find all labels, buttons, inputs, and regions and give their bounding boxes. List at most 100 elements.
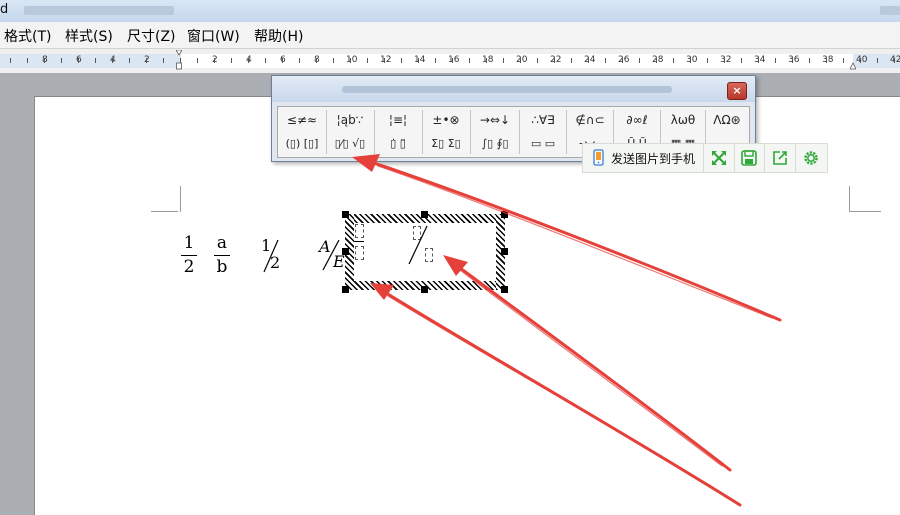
palette-integral-button[interactable]: ∫▯ ∮▯ <box>472 133 518 155</box>
ruler-tick <box>333 58 334 63</box>
ruler-number: 36 <box>788 55 800 65</box>
palette-sets-button[interactable]: ∉∩⊂ <box>568 109 612 131</box>
toolbar-divider <box>764 144 765 172</box>
resize-handle[interactable] <box>342 286 349 293</box>
palette-arrows-button[interactable]: →⇔↓ <box>472 109 518 131</box>
send-image-to-phone-label[interactable]: 发送图片到手机 <box>611 150 695 167</box>
fraction-one-half[interactable]: 1 2 <box>181 234 197 277</box>
ruler-tick <box>452 58 453 63</box>
resize-handle[interactable] <box>501 248 508 255</box>
palette-subscript-button[interactable]: ▯̇ ▯̈ <box>376 133 420 155</box>
ruler-tick <box>605 58 606 63</box>
palette-overbar-button[interactable]: ▭ ▭ <box>521 133 565 155</box>
palette-divider <box>374 110 375 154</box>
settings-icon[interactable] <box>802 149 820 167</box>
close-icon[interactable]: × <box>727 82 747 100</box>
menu-style[interactable]: 样式(S) <box>65 26 113 46</box>
fraction-a-over-b[interactable]: a b <box>214 234 230 277</box>
resize-handle[interactable] <box>342 211 349 218</box>
ruler-tick <box>10 58 11 63</box>
menu-size[interactable]: 尺寸(Z) <box>127 26 176 46</box>
resize-handle[interactable] <box>421 286 428 293</box>
ruler-number: 24 <box>584 55 596 65</box>
ruler-tick <box>503 58 504 63</box>
expand-icon[interactable] <box>710 149 728 167</box>
ruler-tick <box>537 58 538 63</box>
ruler-tick <box>27 58 28 63</box>
ruler-number: 40 <box>856 55 868 65</box>
resize-handle[interactable] <box>501 211 508 218</box>
app-icon: d <box>0 2 9 17</box>
menu-window[interactable]: 窗口(W) <box>187 26 240 46</box>
ruler-tick <box>707 58 708 63</box>
slash-fraction[interactable]: 1 2 <box>258 236 288 274</box>
fraction-bar <box>181 255 197 256</box>
blurred-title-right <box>880 6 900 15</box>
ruler-tick <box>401 58 402 63</box>
resize-handle[interactable] <box>421 211 428 218</box>
ruler-number: 22 <box>550 55 562 65</box>
blurred-palette-title <box>342 86 672 93</box>
ruler-tick <box>690 58 691 63</box>
ruler-tick <box>758 58 759 63</box>
fraction-denominator: b <box>216 257 228 277</box>
palette-titlebar[interactable]: × <box>272 76 755 102</box>
resize-handle[interactable] <box>342 248 349 255</box>
partial-slash-fraction[interactable]: A E <box>317 237 347 274</box>
palette-embellish-button[interactable]: ¦≡¦ <box>376 109 420 131</box>
palette-summation-button[interactable]: Σ▯ Σ▯ <box>424 133 468 155</box>
ruler-number: 32 <box>720 55 732 65</box>
ruler-tick <box>894 58 895 63</box>
denominator-slot[interactable] <box>355 246 364 260</box>
phone-send-icon[interactable] <box>591 149 606 166</box>
ruler-tick <box>384 58 385 63</box>
ruler-tick <box>197 58 198 63</box>
ruler-tick <box>95 58 96 63</box>
palette-fences-button[interactable]: (▯) [▯] <box>280 133 324 155</box>
palette-greek-lower-button[interactable]: λωθ <box>662 109 704 131</box>
ruler-tick <box>163 58 164 63</box>
share-out-icon[interactable] <box>771 149 789 167</box>
selected-equation-object[interactable] <box>342 211 508 293</box>
ruler-number: 38 <box>822 55 834 65</box>
resize-handle[interactable] <box>501 286 508 293</box>
toolbar-divider <box>795 144 796 172</box>
ruler-tick <box>469 58 470 63</box>
save-icon[interactable] <box>740 149 758 167</box>
menu-help[interactable]: 帮助(H) <box>254 26 303 46</box>
ruler-tick <box>741 58 742 63</box>
slash-denominator-slot[interactable] <box>425 248 433 262</box>
palette-divider <box>326 110 327 154</box>
ruler-number: 12 <box>380 55 392 65</box>
toolbar-divider <box>703 144 704 172</box>
palette-fraction-radical-button[interactable]: ▯⁄▯ √▯ <box>328 133 372 155</box>
ruler-tick <box>435 58 436 63</box>
ruler-number: 26 <box>618 55 630 65</box>
palette-misc-button[interactable]: ∂∞ℓ <box>615 109 659 131</box>
ruler-tick <box>214 58 215 63</box>
toolbar-divider <box>734 144 735 172</box>
ruler-tick <box>826 58 827 63</box>
ruler-tick <box>520 58 521 63</box>
menu-format[interactable]: 格式(T) <box>4 26 51 46</box>
palette-divider <box>422 110 423 154</box>
ruler-tick <box>316 58 317 63</box>
ruler-indent-icon[interactable] <box>176 50 182 70</box>
ruler-number: 18 <box>482 55 494 65</box>
blurred-title <box>24 6 174 15</box>
palette-relations-button[interactable]: ≤≠≈ <box>280 109 324 131</box>
fraction-bar <box>354 241 364 242</box>
palette-logic-button[interactable]: ∴∀∃ <box>521 109 565 131</box>
palette-greek-upper-button[interactable]: ΛΩ⊛ <box>706 109 748 131</box>
ruler-tick <box>61 58 62 63</box>
ruler-tick <box>639 58 640 63</box>
horizontal-ruler[interactable]: 8642246810121416182022242628303234363840… <box>0 49 900 73</box>
numerator-slot[interactable] <box>355 224 364 238</box>
ruler-tick <box>809 58 810 63</box>
palette-operators-button[interactable]: ±•⊗ <box>424 109 468 131</box>
ruler-tick <box>112 58 113 63</box>
ruler-right-indent-icon[interactable] <box>850 50 856 70</box>
ruler-tick <box>877 58 878 63</box>
palette-spacing-button[interactable]: ¦ąb∵ <box>328 109 372 131</box>
ruler-tick <box>843 58 844 63</box>
